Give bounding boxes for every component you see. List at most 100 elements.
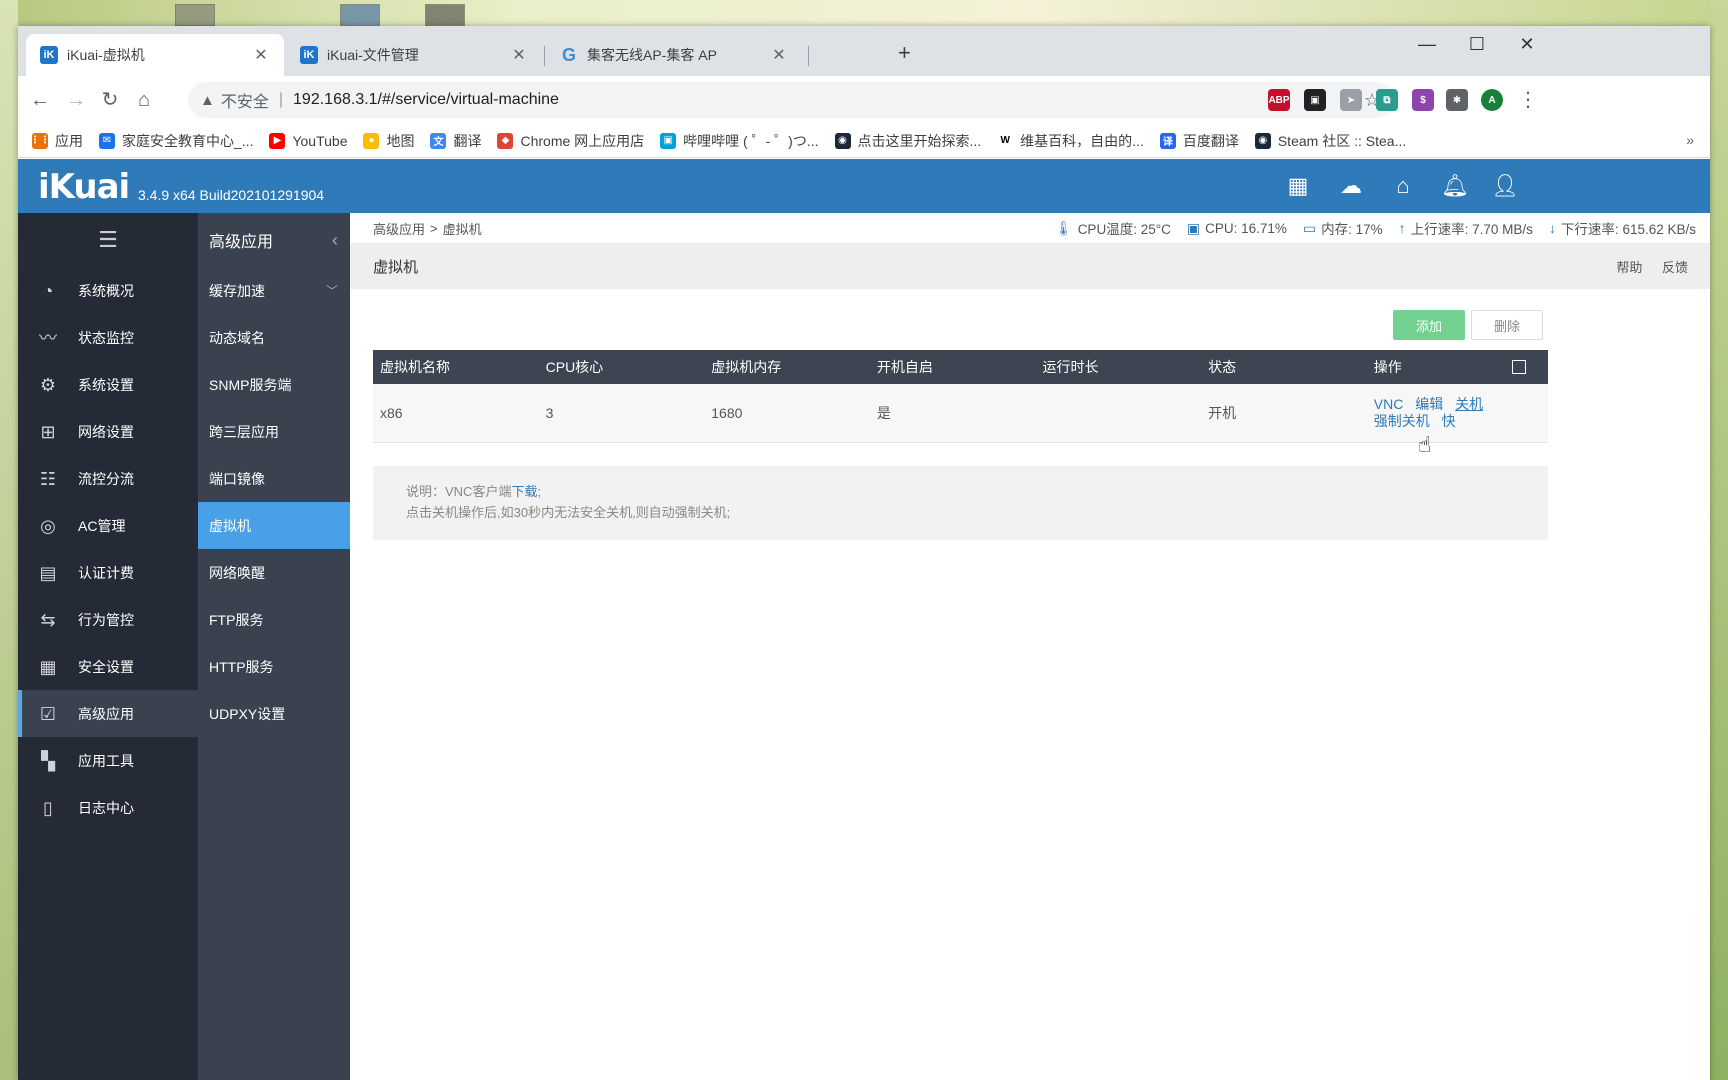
add-button[interactable]: 添加 <box>1393 310 1465 340</box>
forward-arrow-icon[interactable]: → <box>62 86 90 114</box>
vnc-link[interactable]: VNC <box>1374 396 1404 412</box>
submenu-item[interactable]: HTTP服务 <box>198 643 350 690</box>
bookmark-item[interactable]: ⋮⋮ 应用 <box>30 131 83 151</box>
home-icon[interactable]: ⌂ <box>130 86 158 114</box>
sidebar-item[interactable]: ▤ 认证计费 <box>18 549 198 596</box>
submenu-item[interactable]: SNMP服务端 <box>198 361 350 408</box>
submenu-item[interactable]: 端口镜像 <box>198 455 350 502</box>
submenu-item[interactable]: FTP服务 <box>198 596 350 643</box>
submenu-title: 高级应用 <box>209 234 274 251</box>
sidebar-item[interactable]: ☷ 流控分流 <box>18 455 198 502</box>
col-uptime: 运行时长 <box>1035 350 1202 384</box>
extension-icon-2[interactable]: ▣ <box>1304 89 1326 111</box>
submenu-item[interactable]: 缓存加速 ﹀ <box>198 267 350 314</box>
extension-icon-5[interactable]: $ <box>1412 89 1434 111</box>
reload-icon[interactable]: ↻ <box>96 86 124 114</box>
sidebar-item-label: 高级应用 <box>78 705 134 722</box>
profile-avatar[interactable]: A <box>1481 89 1503 111</box>
close-icon[interactable]: ✕ <box>770 45 788 65</box>
submenu-item[interactable]: 跨三层应用 <box>198 408 350 455</box>
vnc-download-link[interactable]: 下载 <box>511 484 537 499</box>
mail-icon: ✉ <box>99 132 115 149</box>
submenu-item[interactable]: 虚拟机 <box>198 502 350 549</box>
sidebar-item-label: 流控分流 <box>78 470 134 487</box>
warning-icon: ▲ <box>200 91 215 109</box>
sidebar-item[interactable]: 〰 状态监控 <box>18 314 198 361</box>
tab-ikuai-files[interactable]: iK iKuai-文件管理 ✕ <box>286 34 542 76</box>
desktop-shortcut-icon[interactable] <box>175 4 215 26</box>
maximize-button[interactable]: ☐ <box>1454 34 1500 55</box>
sidebar-item[interactable]: ☑ 高级应用 <box>18 690 198 737</box>
desktop-shortcut-icon[interactable] <box>425 4 465 26</box>
bell-icon[interactable]: 🔔︎ <box>1441 173 1469 199</box>
sidebar-item-label: 系统设置 <box>78 376 134 393</box>
breadcrumb-parent[interactable]: 高级应用 <box>373 219 425 238</box>
col-vm-name: 虚拟机名称 <box>373 350 539 384</box>
desktop-left-strip <box>0 0 18 1080</box>
shutdown-link[interactable]: 关机 <box>1455 396 1483 412</box>
select-all-checkbox[interactable] <box>1512 360 1526 374</box>
bookmark-item[interactable]: ▶ YouTube <box>269 132 347 149</box>
feedback-link[interactable]: 反馈 <box>1662 260 1688 275</box>
chrome-store-icon: ◆ <box>497 132 514 149</box>
help-link[interactable]: 帮助 <box>1616 260 1642 275</box>
bookmark-item[interactable]: ✉ 家庭安全教育中心_... <box>99 131 253 151</box>
app-header: iKuai 3.4.9 x64 Build202101291904 ▦ ☁ ⌂ … <box>18 159 1710 213</box>
breadcrumb-separator: > <box>430 220 438 236</box>
delete-button[interactable]: 删除 <box>1471 310 1543 340</box>
status-cell: 开机 <box>1201 384 1367 443</box>
submenu-item-label: 端口镜像 <box>209 470 265 487</box>
abp-icon[interactable]: ABP <box>1268 89 1290 111</box>
vm-table: 虚拟机名称 CPU核心 虚拟机内存 开机自启 运行时长 状态 操作 x86 3 … <box>373 350 1548 443</box>
chevron-left-icon[interactable]: ‹ <box>332 230 338 251</box>
desktop-shortcut-icon[interactable] <box>340 4 380 26</box>
new-tab-button[interactable]: + <box>898 42 911 64</box>
url-text: 192.168.3.1/#/service/virtual-machine <box>293 91 559 108</box>
bookmark-item[interactable]: ◉ 点击这里开始探索... <box>834 131 981 151</box>
bookmark-item[interactable]: 文翻译 <box>430 131 481 151</box>
submenu-item[interactable]: 网络唤醒 <box>198 549 350 596</box>
extension-icon-4[interactable]: ⧉ <box>1376 89 1398 111</box>
back-arrow-icon[interactable]: ← <box>26 86 54 114</box>
monitor-icon: 〰 <box>39 327 57 348</box>
bookmark-item[interactable]: 译百度翻译 <box>1159 131 1239 151</box>
collapse-menu-icon[interactable]: ☰ <box>18 213 198 267</box>
sidebar-item[interactable]: ▚ 应用工具 <box>18 737 198 784</box>
address-bar[interactable]: ▲ 不安全 | 192.168.3.1/#/service/virtual-ma… <box>188 82 1394 118</box>
bookmark-item[interactable]: ▣ 哔哩哔哩 ( ゜- ゜)つ... <box>660 131 819 151</box>
col-autostart: 开机自启 <box>869 350 1036 384</box>
apps-icon[interactable]: ▦ <box>1285 173 1311 199</box>
tab-jike-ap[interactable]: G 集客无线AP-集客 AP ✕ <box>546 34 802 76</box>
puzzle-icon[interactable]: ✱ <box>1446 89 1468 111</box>
sidebar-item[interactable]: ▦ 安全设置 <box>18 643 198 690</box>
cloud-icon[interactable]: ☁ <box>1338 173 1364 199</box>
edit-link[interactable]: 编辑 <box>1415 396 1443 412</box>
snapshot-link[interactable]: 快 <box>1442 413 1456 429</box>
bookmark-item[interactable]: ◉ Steam 社区 :: Stea... <box>1254 131 1406 151</box>
sidebar-item[interactable]: ▯ 日志中心 <box>18 784 198 831</box>
submenu-item[interactable]: UDPXY设置 <box>198 690 350 737</box>
submenu-item-label: HTTP服务 <box>209 658 274 675</box>
bookmarks-overflow-icon[interactable]: » <box>1686 132 1694 148</box>
force-shutdown-link[interactable]: 强制关机 <box>1374 413 1430 429</box>
sidebar-item[interactable]: ◎ AC管理 <box>18 502 198 549</box>
close-icon[interactable]: ✕ <box>252 45 270 65</box>
sidebar-item[interactable]: ◔ 系统概况 <box>18 267 198 314</box>
user-icon[interactable]: 👤︎ <box>1491 173 1519 199</box>
close-icon[interactable]: ✕ <box>510 45 528 65</box>
sliders-icon: ☷ <box>39 468 57 489</box>
tab-ikuai-vm[interactable]: iK iKuai-虚拟机 ✕ <box>26 34 284 76</box>
bookmark-item[interactable]: ◆ Chrome 网上应用店 <box>497 131 644 151</box>
browser-menu-icon[interactable]: ⋮ <box>1514 86 1542 114</box>
extension-icon-3[interactable]: ➤ <box>1340 89 1362 111</box>
sidebar-item[interactable]: ⊞ 网络设置 <box>18 408 198 455</box>
bookmark-item[interactable]: ● 地图 <box>363 131 414 151</box>
submenu-item[interactable]: 动态域名 <box>198 314 350 361</box>
close-window-button[interactable]: ✕ <box>1504 34 1550 55</box>
sidebar-item[interactable]: ⚙ 系统设置 <box>18 361 198 408</box>
bookmark-item[interactable]: W 维基百科，自由的... <box>997 131 1143 151</box>
minimize-button[interactable]: — <box>1404 34 1450 55</box>
home-icon[interactable]: ⌂ <box>1390 173 1416 199</box>
baidu-translate-icon: 译 <box>1159 132 1176 149</box>
sidebar-item[interactable]: ⇆ 行为管控 <box>18 596 198 643</box>
